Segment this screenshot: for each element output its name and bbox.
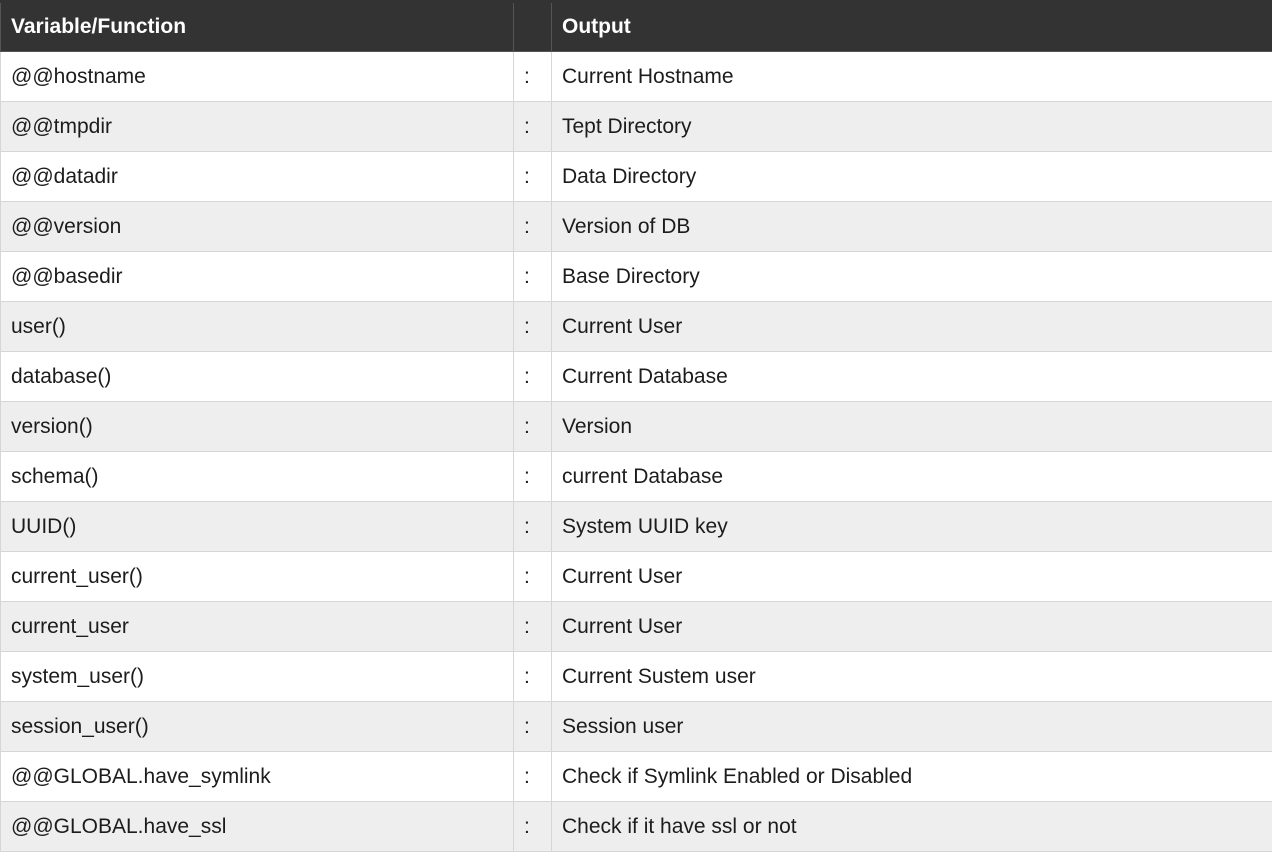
cell-output: Session user (551, 701, 1272, 752)
table-row: @@GLOBAL.have_symlink : Check if Symlink… (0, 751, 1272, 802)
cell-output: Check if it have ssl or not (551, 801, 1272, 852)
cell-output: Version (551, 401, 1272, 452)
cell-output: Current User (551, 601, 1272, 652)
cell-variable: user() (0, 301, 514, 352)
cell-variable: current_user (0, 601, 514, 652)
table-row: @@hostname : Current Hostname (0, 51, 1272, 102)
cell-variable: schema() (0, 451, 514, 502)
cell-separator: : (513, 551, 552, 602)
cell-variable: session_user() (0, 701, 514, 752)
cell-output: Data Directory (551, 151, 1272, 202)
table-row: @@version : Version of DB (0, 201, 1272, 252)
cell-separator: : (513, 251, 552, 302)
cell-variable: @@GLOBAL.have_symlink (0, 751, 514, 802)
cell-separator: : (513, 501, 552, 552)
table-row: user() : Current User (0, 301, 1272, 352)
cell-separator: : (513, 301, 552, 352)
cell-separator: : (513, 801, 552, 852)
cell-separator: : (513, 601, 552, 652)
cell-separator: : (513, 101, 552, 152)
cell-variable: @@version (0, 201, 514, 252)
table-body: @@hostname : Current Hostname @@tmpdir :… (0, 51, 1272, 852)
table-row: @@tmpdir : Tept Directory (0, 101, 1272, 152)
cell-separator: : (513, 51, 552, 102)
cell-variable: @@tmpdir (0, 101, 514, 152)
cell-output: Current Hostname (551, 51, 1272, 102)
cell-output: Current Database (551, 351, 1272, 402)
table-row: @@datadir : Data Directory (0, 151, 1272, 202)
cell-variable: UUID() (0, 501, 514, 552)
cell-separator: : (513, 401, 552, 452)
table-row: UUID() : System UUID key (0, 501, 1272, 552)
cell-separator: : (513, 151, 552, 202)
header-variable-function: Variable/Function (0, 0, 514, 52)
cell-variable: version() (0, 401, 514, 452)
cell-output: Current Sustem user (551, 651, 1272, 702)
table-row: current_user() : Current User (0, 551, 1272, 602)
header-output: Output (551, 0, 1272, 52)
cell-separator: : (513, 751, 552, 802)
table-row: version() : Version (0, 401, 1272, 452)
table-row: system_user() : Current Sustem user (0, 651, 1272, 702)
cell-variable: @@basedir (0, 251, 514, 302)
table-header-row: Variable/Function Output (0, 0, 1272, 52)
variables-table: Variable/Function Output @@hostname : Cu… (0, 0, 1272, 852)
cell-output: Check if Symlink Enabled or Disabled (551, 751, 1272, 802)
cell-output: Base Directory (551, 251, 1272, 302)
cell-separator: : (513, 351, 552, 402)
table-row: database() : Current Database (0, 351, 1272, 402)
cell-output: Version of DB (551, 201, 1272, 252)
table-row: @@GLOBAL.have_ssl : Check if it have ssl… (0, 801, 1272, 852)
cell-output: Tept Directory (551, 101, 1272, 152)
cell-output: Current User (551, 301, 1272, 352)
table-row: @@basedir : Base Directory (0, 251, 1272, 302)
cell-separator: : (513, 201, 552, 252)
cell-variable: @@datadir (0, 151, 514, 202)
cell-output: current Database (551, 451, 1272, 502)
cell-output: Current User (551, 551, 1272, 602)
header-separator (513, 0, 552, 52)
cell-separator: : (513, 451, 552, 502)
table-row: schema() : current Database (0, 451, 1272, 502)
table-row: session_user() : Session user (0, 701, 1272, 752)
cell-variable: @@GLOBAL.have_ssl (0, 801, 514, 852)
cell-output: System UUID key (551, 501, 1272, 552)
cell-variable: current_user() (0, 551, 514, 602)
cell-separator: : (513, 701, 552, 752)
table-row: current_user : Current User (0, 601, 1272, 652)
cell-variable: @@hostname (0, 51, 514, 102)
cell-separator: : (513, 651, 552, 702)
cell-variable: database() (0, 351, 514, 402)
cell-variable: system_user() (0, 651, 514, 702)
